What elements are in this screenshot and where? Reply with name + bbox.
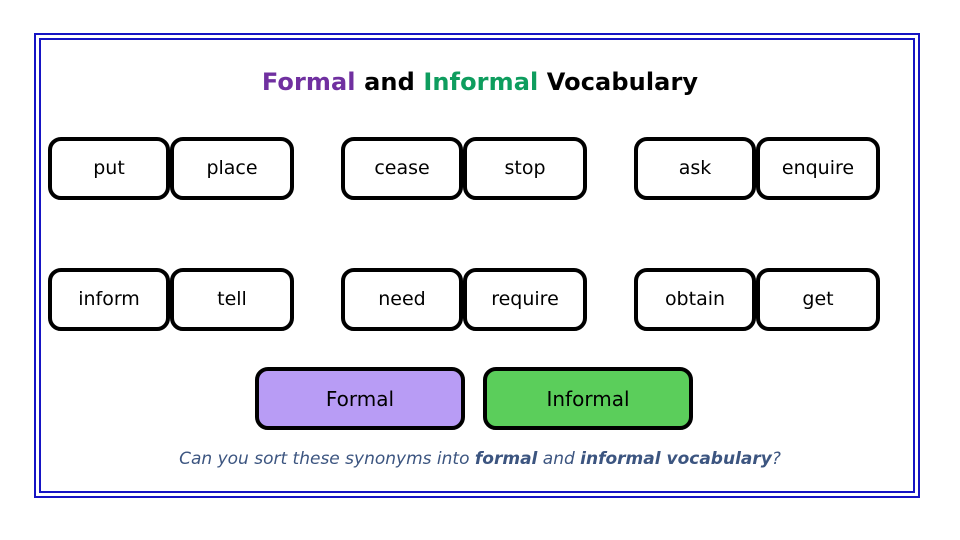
word-card-row-2: inform tell need require obtain get bbox=[0, 267, 960, 331]
caption-emphasis-formal: formal bbox=[474, 449, 538, 469]
title-word-formal: Formal bbox=[261, 68, 356, 96]
word-card[interactable]: ask bbox=[634, 136, 756, 200]
word-card[interactable]: enquire bbox=[756, 136, 880, 200]
caption-part-1: Can you sort these synonyms into bbox=[179, 449, 475, 469]
slide-canvas: Formal and Informal Vocabulary put place… bbox=[0, 0, 960, 540]
word-pair-group-1: put place bbox=[48, 136, 294, 200]
word-card[interactable]: get bbox=[756, 267, 880, 331]
word-card[interactable]: place bbox=[170, 136, 294, 200]
caption-part-2: and bbox=[537, 449, 581, 469]
word-card[interactable]: cease bbox=[341, 136, 463, 200]
word-pair-group-5: need require bbox=[341, 267, 587, 331]
word-pair-group-3: ask enquire bbox=[634, 136, 880, 200]
word-card[interactable]: need bbox=[341, 267, 463, 331]
word-card[interactable]: stop bbox=[463, 136, 587, 200]
category-box-informal[interactable]: Informal bbox=[483, 367, 693, 430]
word-card[interactable]: put bbox=[48, 136, 170, 200]
title-word-and: and bbox=[355, 68, 424, 96]
word-card[interactable]: tell bbox=[170, 267, 294, 331]
word-pair-group-2: cease stop bbox=[341, 136, 587, 200]
page-title: Formal and Informal Vocabulary bbox=[0, 68, 960, 96]
word-card[interactable]: inform bbox=[48, 267, 170, 331]
slide-border-frame bbox=[34, 33, 920, 498]
category-box-formal[interactable]: Formal bbox=[255, 367, 465, 430]
title-word-vocabulary: Vocabulary bbox=[538, 68, 699, 96]
caption-part-3: ? bbox=[771, 449, 781, 469]
word-pair-group-6: obtain get bbox=[634, 267, 880, 331]
word-pair-group-4: inform tell bbox=[48, 267, 294, 331]
instruction-caption: Can you sort these synonyms into formal … bbox=[0, 449, 960, 469]
title-word-informal: Informal bbox=[423, 68, 539, 96]
caption-emphasis-informal: informal vocabulary bbox=[580, 449, 772, 469]
word-card[interactable]: require bbox=[463, 267, 587, 331]
word-card[interactable]: obtain bbox=[634, 267, 756, 331]
word-card-row-1: put place cease stop ask enquire bbox=[0, 136, 960, 200]
